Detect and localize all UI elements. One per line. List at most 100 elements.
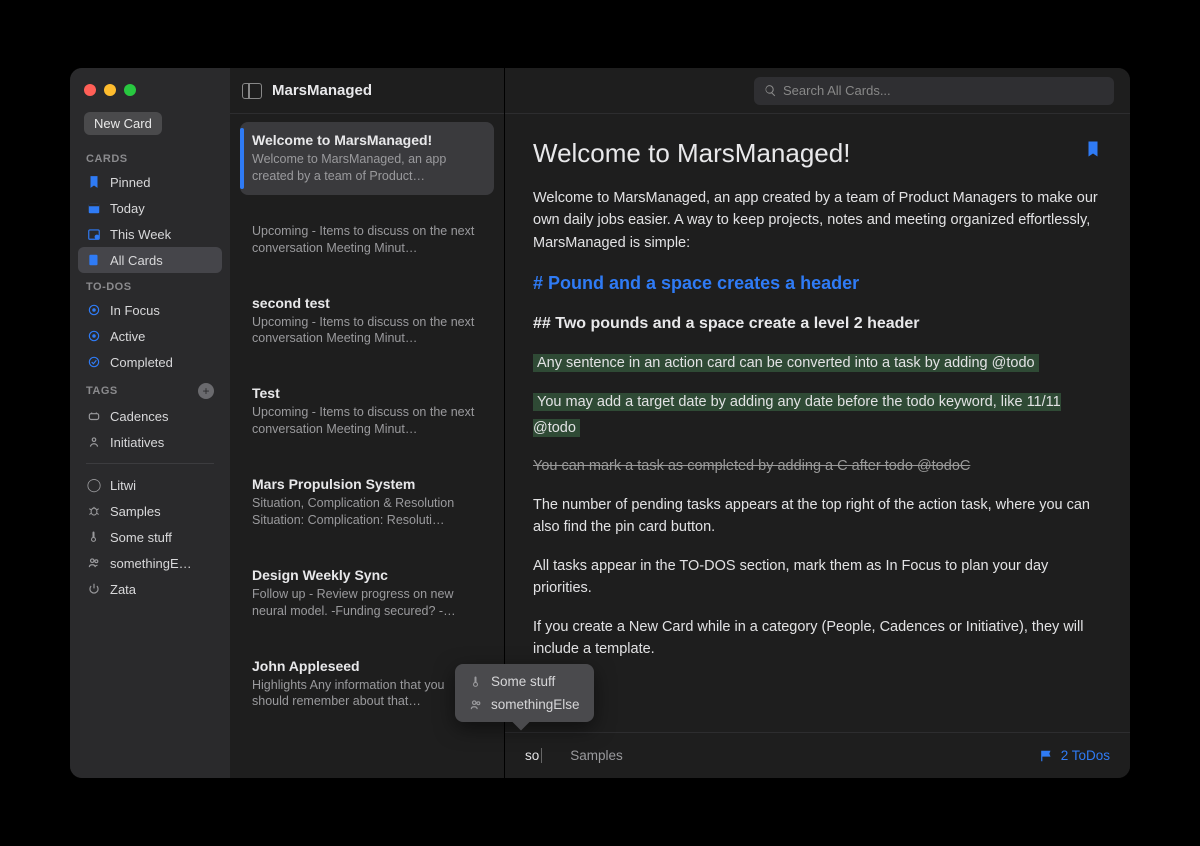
detail-panel: Welcome to MarsManaged! Welcome to MarsM… xyxy=(505,68,1130,778)
card-list-item[interactable]: Upcoming - Items to discuss on the next … xyxy=(240,213,494,267)
detail-toolbar xyxy=(505,68,1130,114)
sidebar-item-completed[interactable]: Completed xyxy=(78,349,222,375)
footer-tag[interactable]: Samples xyxy=(570,748,623,763)
add-tag-button[interactable]: + xyxy=(198,383,214,399)
card-list-item[interactable]: Test Upcoming - Items to discuss on the n… xyxy=(240,375,494,448)
divider xyxy=(86,463,214,464)
search-input[interactable] xyxy=(783,83,1104,98)
app-title: MarsManaged xyxy=(272,82,372,99)
detail-footer: so Samples 2 ToDos xyxy=(505,732,1130,778)
card-item-preview: Follow up - Review progress on new neura… xyxy=(252,586,482,620)
autocomplete-popup: Some stuff somethingElse xyxy=(455,664,594,722)
pin-bookmark-icon[interactable] xyxy=(1084,138,1102,160)
detail-body: Welcome to MarsManaged! Welcome to MarsM… xyxy=(505,114,1130,778)
people-icon xyxy=(469,698,483,712)
card-list-item[interactable]: Design Weekly Sync Follow up - Review pro… xyxy=(240,557,494,630)
sidebar-item-label: Today xyxy=(110,201,145,216)
content-intro: Welcome to MarsManaged, an app created b… xyxy=(533,187,1102,254)
sidebar-item-pinned[interactable]: Pinned xyxy=(78,169,222,195)
card-item-title: Test xyxy=(252,385,482,401)
calendar-day-icon xyxy=(86,200,102,216)
sidebar-item-label: somethingE… xyxy=(110,556,192,571)
sidebar-item-label: All Cards xyxy=(110,253,163,268)
sidebar-item-initiatives[interactable]: Initiatives xyxy=(78,429,222,455)
section-cards-label: CARDS xyxy=(78,145,222,169)
sidebar-tag-some-stuff[interactable]: Some stuff xyxy=(78,524,222,550)
sidebar-item-label: Litwi xyxy=(110,478,136,493)
content-paragraph: The number of pending tasks appears at t… xyxy=(533,494,1102,539)
section-todos-label: TO-DOS xyxy=(78,273,222,297)
close-window-icon[interactable] xyxy=(84,84,96,96)
card-item-title: John Appleseed xyxy=(252,658,482,674)
sidebar-item-in-focus[interactable]: In Focus xyxy=(78,297,222,323)
sidebar-item-all-cards[interactable]: All Cards xyxy=(78,247,222,273)
sidebar-item-today[interactable]: Today xyxy=(78,195,222,221)
toggle-sidebar-button[interactable] xyxy=(242,83,262,99)
sidebar-item-label: Cadences xyxy=(110,409,169,424)
sidebar-tag-samples[interactable]: Samples xyxy=(78,498,222,524)
sidebar-item-active[interactable]: Active xyxy=(78,323,222,349)
card-list-item[interactable]: second test Upcoming - Items to discuss o… xyxy=(240,285,494,358)
card-item-preview: Welcome to MarsManaged, an app created b… xyxy=(252,151,482,185)
content-completed-todo: You can mark a task as completed by addi… xyxy=(533,455,1102,477)
content-h2: ## Two pounds and a space create a level… xyxy=(533,312,1102,337)
sidebar-item-label: Some stuff xyxy=(110,530,172,545)
sidebar-item-label: Samples xyxy=(110,504,161,519)
tag-input[interactable]: so xyxy=(525,748,542,763)
section-tags-label: TAGS xyxy=(86,385,118,397)
circle-dot-icon xyxy=(86,328,102,344)
search-field[interactable] xyxy=(754,77,1114,105)
flag-icon xyxy=(1039,749,1055,763)
sidebar-item-label: Completed xyxy=(110,355,173,370)
cards-icon xyxy=(86,252,102,268)
autocomplete-item[interactable]: Some stuff xyxy=(461,670,588,693)
globe-icon: ◯ xyxy=(86,477,102,493)
person-icon xyxy=(86,434,102,450)
card-content[interactable]: Welcome to MarsManaged, an app created b… xyxy=(533,187,1102,661)
card-title: Welcome to MarsManaged! xyxy=(533,138,850,169)
sidebar-tag-litwi[interactable]: ◯ Litwi xyxy=(78,472,222,498)
card-item-title: second test xyxy=(252,295,482,311)
content-paragraph: All tasks appear in the TO-DOS section, … xyxy=(533,555,1102,600)
bookmark-icon xyxy=(86,174,102,190)
card-item-preview: Upcoming - Items to discuss on the next … xyxy=(252,223,482,257)
card-list-item[interactable]: Mars Propulsion System Situation, Complic… xyxy=(240,466,494,539)
maximize-window-icon[interactable] xyxy=(124,84,136,96)
content-todo: Any sentence in an action card can be co… xyxy=(533,354,1039,372)
card-item-preview: Highlights Any information that you shou… xyxy=(252,677,482,711)
thermometer-icon xyxy=(86,529,102,545)
card-item-preview: Upcoming - Items to discuss on the next … xyxy=(252,404,482,438)
window-controls xyxy=(78,80,222,112)
sidebar-item-label: In Focus xyxy=(110,303,160,318)
sidebar: New Card CARDS Pinned Today This Week Al… xyxy=(70,68,230,778)
card-item-title: Welcome to MarsManaged! xyxy=(252,132,482,148)
autocomplete-item[interactable]: somethingElse xyxy=(461,693,588,716)
target-icon xyxy=(86,302,102,318)
people-icon xyxy=(86,555,102,571)
sidebar-item-label: Pinned xyxy=(110,175,150,190)
card-item-title: Mars Propulsion System xyxy=(252,476,482,492)
sidebar-tag-zata[interactable]: Zata xyxy=(78,576,222,602)
card-item-preview: Upcoming - Items to discuss on the next … xyxy=(252,314,482,348)
search-icon xyxy=(764,84,777,97)
power-icon xyxy=(86,581,102,597)
sidebar-item-this-week[interactable]: This Week xyxy=(78,221,222,247)
calendar-week-icon xyxy=(86,226,102,242)
bug-icon xyxy=(86,503,102,519)
sidebar-item-label: Initiatives xyxy=(110,435,164,450)
todo-count-badge[interactable]: 2 ToDos xyxy=(1039,748,1110,763)
new-card-button[interactable]: New Card xyxy=(84,112,162,135)
sidebar-tag-something-else[interactable]: somethingE… xyxy=(78,550,222,576)
list-toolbar: MarsManaged xyxy=(230,68,504,114)
sidebar-item-cadences[interactable]: Cadences xyxy=(78,403,222,429)
content-h1: # Pound and a space creates a header xyxy=(533,270,1102,298)
thermometer-icon xyxy=(469,675,483,689)
content-paragraph: If you create a New Card while in a cate… xyxy=(533,616,1102,661)
minimize-window-icon[interactable] xyxy=(104,84,116,96)
app-window: New Card CARDS Pinned Today This Week Al… xyxy=(70,68,1130,778)
card-list-item[interactable]: Welcome to MarsManaged! Welcome to MarsMa… xyxy=(240,122,494,195)
sidebar-item-label: Active xyxy=(110,329,145,344)
card-item-title: Design Weekly Sync xyxy=(252,567,482,583)
card-item-preview: Situation, Complication & Resolution Sit… xyxy=(252,495,482,529)
sidebar-item-label: This Week xyxy=(110,227,171,242)
